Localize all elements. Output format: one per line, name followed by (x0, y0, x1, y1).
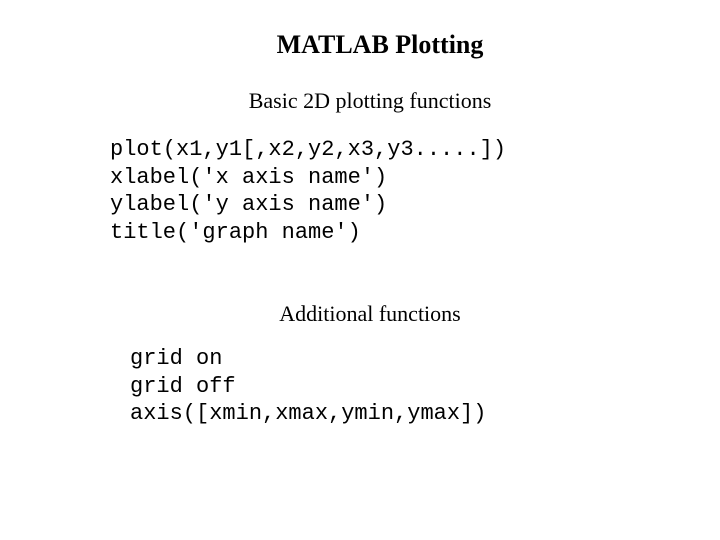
section-heading-additional: Additional functions (100, 301, 620, 327)
code-block-basic: plot(x1,y1[,x2,y2,x3,y3.....]) xlabel('x… (110, 136, 620, 246)
page-title: MATLAB Plotting (100, 30, 620, 60)
code-block-additional: grid on grid off axis([xmin,xmax,ymin,ym… (130, 345, 620, 428)
section-heading-basic: Basic 2D plotting functions (100, 88, 620, 114)
